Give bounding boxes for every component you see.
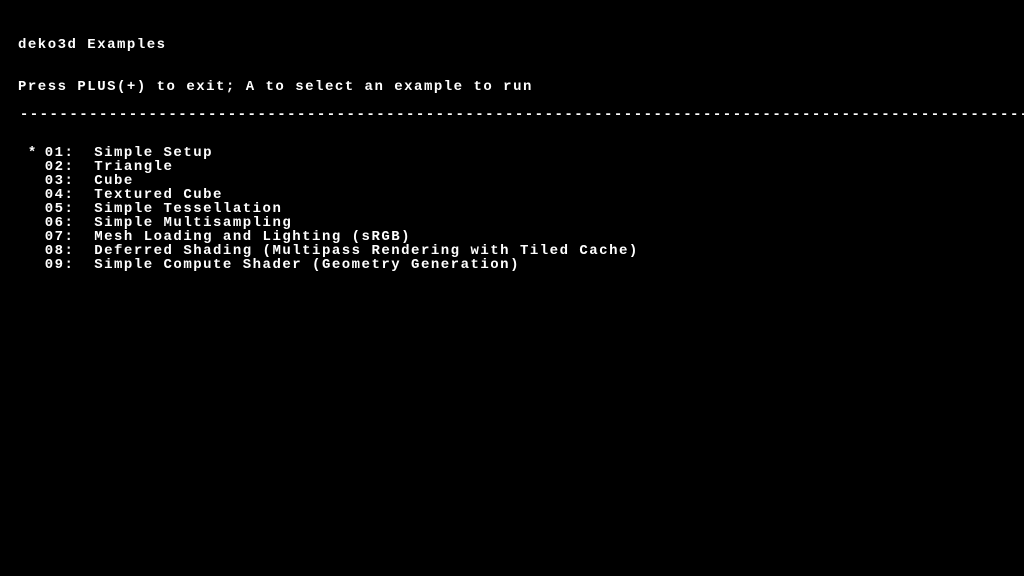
selection-marker: * [18,146,35,160]
item-number: 03: [35,174,85,188]
list-item[interactable]: * 01: Simple Setup [18,146,1006,160]
list-item[interactable]: 03: Cube [18,174,1006,188]
item-number: 06: [35,216,85,230]
item-number: 09: [35,258,85,272]
list-item[interactable]: 02: Triangle [18,160,1006,174]
list-item[interactable]: 06: Simple Multisampling [18,216,1006,230]
selection-marker [18,244,35,258]
selection-marker [18,216,35,230]
list-item[interactable]: 09: Simple Compute Shader (Geometry Gene… [18,258,1006,272]
selection-marker [18,160,35,174]
selection-marker [18,188,35,202]
item-number: 01: [35,146,85,160]
app-title: deko3d Examples [18,38,1006,52]
list-item[interactable]: 07: Mesh Loading and Lighting (sRGB) [18,230,1006,244]
selection-marker [18,258,35,272]
item-number: 08: [35,244,85,258]
item-number: 05: [35,202,85,216]
item-number: 04: [35,188,85,202]
console-screen: deko3d Examples Press PLUS(+) to exit; A… [0,0,1024,296]
list-item[interactable]: 05: Simple Tessellation [18,202,1006,216]
selection-marker [18,174,35,188]
item-number: 07: [35,230,85,244]
list-item[interactable]: 08: Deferred Shading (Multipass Renderin… [18,244,1006,258]
instructions-text: Press PLUS(+) to exit; A to select an ex… [18,80,1006,94]
item-number: 02: [35,160,85,174]
selection-marker [18,230,35,244]
example-list[interactable]: * 01: Simple Setup 02: Triangle 03: Cube… [18,146,1006,272]
item-label: Simple Compute Shader (Geometry Generati… [84,257,520,273]
list-item[interactable]: 04: Textured Cube [18,188,1006,202]
selection-marker [18,202,35,216]
horizontal-divider: ----------------------------------------… [20,107,1024,123]
